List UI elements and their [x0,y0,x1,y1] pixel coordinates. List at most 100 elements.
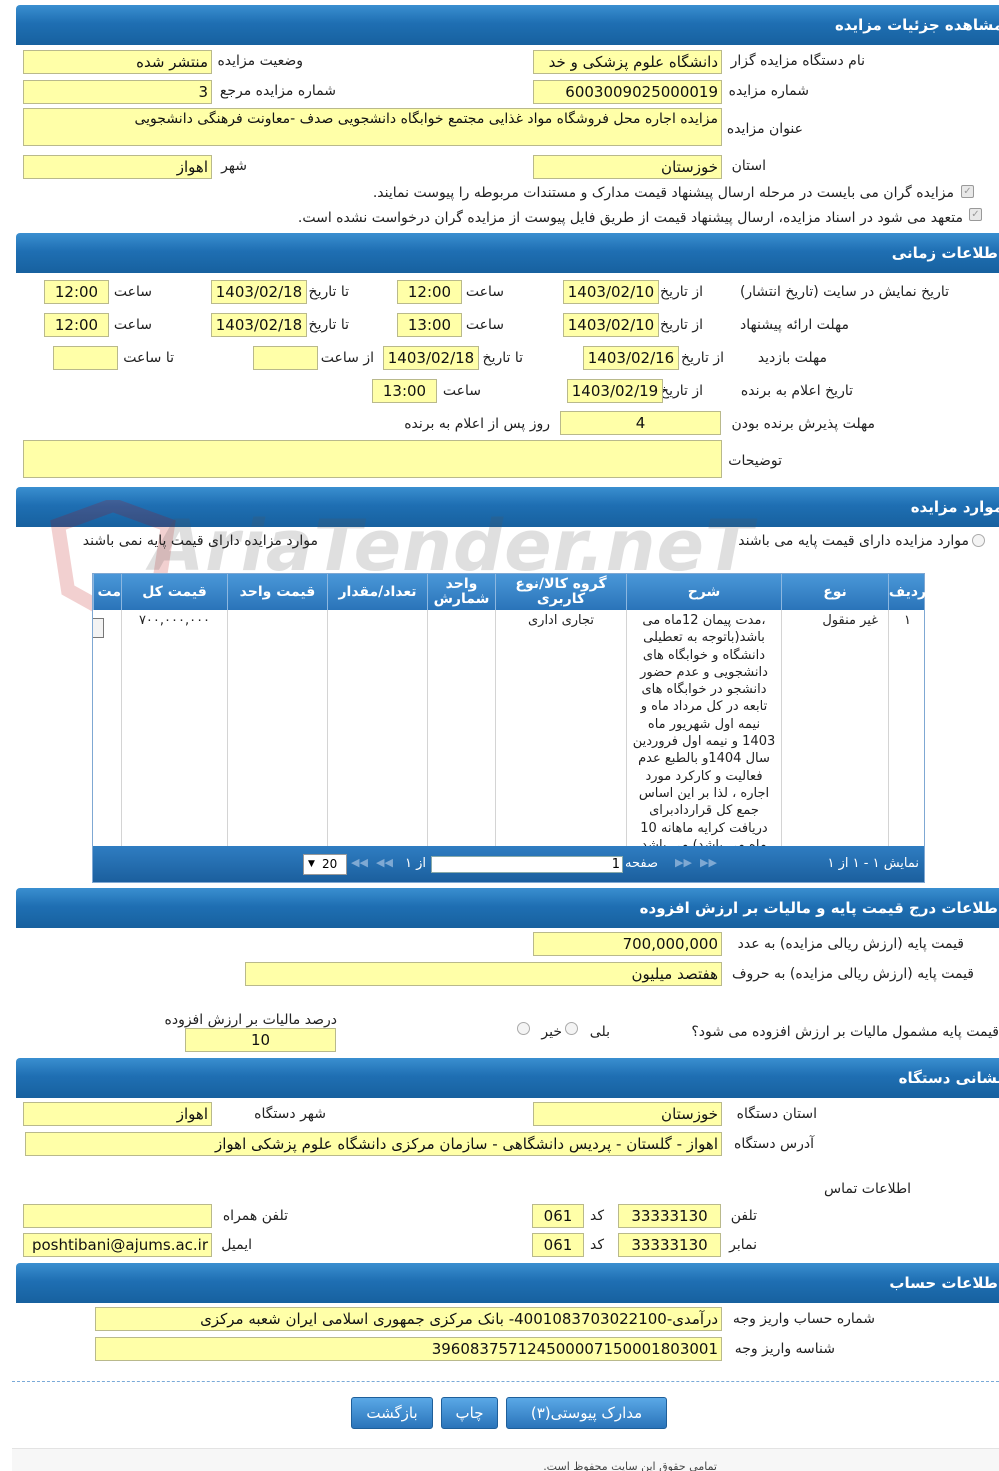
next-page-icon[interactable]: ◀◀ [376,856,393,869]
prev-page-icon[interactable]: ▶▶ [675,856,692,869]
mobile-field[interactable] [23,1204,212,1228]
org-address-field[interactable]: اهواز - گلستان - پردیس دانشگاهی - سازمان… [25,1132,722,1156]
offer-from-time-field[interactable]: 13:00 [397,313,462,337]
row-detail-button[interactable] [93,618,104,638]
section-title: مشاهده جزئیات مزایده [834,16,999,34]
description-label: توضیحات [728,453,782,469]
page-input[interactable]: 1 [431,856,623,873]
vat-percent-field[interactable]: 10 [185,1028,336,1052]
payment-id-field[interactable]: 396083757124500007150001803001 [95,1337,722,1361]
items-grid: ردیف نوع شرح گروه کالا/نوع کاربری واحد ش… [92,573,926,883]
fax-field[interactable]: 33333130 [618,1233,721,1257]
org-province-label: استان دستگاه [736,1106,817,1122]
divider [12,1381,999,1382]
email-field[interactable]: poshtibani@ajums.ac.ir [23,1233,212,1257]
display-to-date-field[interactable]: 1403/02/18 [211,280,307,304]
winner-time-label: ساعت [442,383,481,399]
phone-field[interactable]: 33333130 [618,1204,721,1228]
account-number-label: شماره حساب واریز وجه [732,1311,875,1327]
winner-time-field[interactable]: 13:00 [372,379,437,403]
col-description[interactable]: شرح [626,574,781,610]
col-total[interactable]: قیمت کل [121,574,227,610]
ref-number-field[interactable]: 3 [23,80,212,104]
col-unit[interactable]: واحد شمارش [427,574,495,610]
offer-from-time-label: ساعت [465,317,504,333]
page-size-value: 20 [322,857,338,871]
offer-to-date-field[interactable]: 1403/02/18 [211,313,307,337]
attach-required-checkbox[interactable]: ✓ [961,185,974,198]
col-row[interactable]: ردیف [888,574,926,610]
offer-deadline-label: مهلت ارائه پیشنهاد [740,317,849,333]
status-field[interactable]: منتشر شده [23,50,212,74]
offer-from-date-field[interactable]: 1403/02/10 [563,313,659,337]
section-title: اطلاعات درج قیمت پایه و مالیات بر ارزش ا… [639,899,999,917]
col-unit-price[interactable]: قیمت واحد [227,574,327,610]
vat-percent-label: درصد مالیات بر ارزش افزوده [164,1012,338,1028]
section-header-address: نشانی دستگاه [16,1058,999,1098]
accept-deadline-label: مهلت پذیرش برنده بودن [731,416,876,432]
visit-to-date-field[interactable]: 1403/02/18 [383,346,479,370]
province-field[interactable]: خوزستان [533,155,722,179]
no-file-request-checkbox[interactable]: ✓ [969,208,982,221]
section-header-price: اطلاعات درج قیمت پایه و مالیات بر ارزش ا… [16,888,999,928]
section-title: اطلاعات زمانی [891,244,999,262]
chevron-down-icon: ▼ [308,859,315,869]
description-field[interactable] [23,440,722,478]
org-city-label: شهر دستگاه [254,1106,326,1122]
org-province-field[interactable]: خوزستان [533,1102,722,1126]
back-button[interactable]: بازگشت [351,1397,433,1429]
account-number-field[interactable]: درآمدی-4001083703022100- بانک مرکزی جمهو… [95,1307,722,1331]
winner-date-field[interactable]: 1403/02/19 [567,379,663,403]
col-quantity[interactable]: تعداد/مقدار [327,574,427,610]
city-field[interactable]: اهواز [23,155,212,179]
display-date-label: تاریخ نمایش در سایت (تاریخ انتشار) [739,284,949,300]
base-price-number-field[interactable]: 700,000,000 [533,932,722,956]
vat-no-radio[interactable] [517,1022,530,1035]
display-from-time-field[interactable]: 12:00 [397,280,462,304]
print-button[interactable]: چاپ [441,1397,498,1429]
visit-to-time-field[interactable] [53,346,118,370]
phone-code-field[interactable]: 061 [532,1204,584,1228]
display-to-time-label: ساعت [113,284,152,300]
last-page-icon[interactable]: ◀◀ [351,856,368,869]
visit-from-date-field[interactable]: 1403/02/16 [583,346,679,370]
title-field[interactable]: مزایده اجاره محل فروشگاه مواد غذایی مجتم… [23,108,722,146]
section-title: اطلاعات حساب [889,1274,999,1292]
number-label: شماره مزایده [728,83,809,99]
section-header-timing: اطلاعات زمانی [16,233,999,273]
cell-type: غیر منقول [781,610,888,848]
section-title: موارد مزایده [910,498,999,516]
status-label: وضعیت مزایده [217,53,303,69]
visit-from-time-field[interactable] [253,346,318,370]
accept-days-suffix: روز پس از اعلام به برنده [404,416,550,432]
cell-total: ۷۰۰,۰۰۰,۰۰۰ [121,610,227,848]
display-to-time-field[interactable]: 12:00 [44,280,109,304]
section-title: نشانی دستگاه [898,1069,999,1087]
fax-code-label: کد [589,1237,604,1253]
col-group[interactable]: گروه کالا/نوع کاربری [495,574,626,610]
vat-yes-radio[interactable] [565,1022,578,1035]
page-size-select[interactable]: 20 ▼ [303,854,347,875]
base-price-text-field[interactable]: هفتصد میلیون [245,962,722,986]
accept-days-field[interactable]: 4 [560,411,721,435]
with-base-price-label: موارد مزایده دارای قیمت پایه می باشند [738,533,969,549]
org-field[interactable]: دانشگاه علوم پزشکی و خد [533,50,722,74]
with-base-price-radio[interactable] [972,534,985,547]
email-label: ایمیل [221,1237,252,1253]
offer-to-time-field[interactable]: 12:00 [44,313,109,337]
attachments-button[interactable]: مدارک پیوستی(۳) [506,1397,667,1429]
section-header-details: مشاهده جزئیات مزایده [16,5,999,45]
visit-deadline-label: مهلت بازدید [757,350,827,366]
number-field[interactable]: 6003009025000019 [533,80,722,104]
col-type[interactable]: نوع [781,574,888,610]
visit-from-time-label: از ساعت [320,350,374,366]
display-from-date-field[interactable]: 1403/02/10 [563,280,659,304]
org-city-field[interactable]: اهواز [23,1102,212,1126]
first-page-icon[interactable]: ▶▶ [700,856,717,869]
vat-yes-label: بلی [589,1024,610,1040]
fax-code-field[interactable]: 061 [532,1233,584,1257]
phone-code-label: کد [589,1208,604,1224]
offer-to-time-label: ساعت [113,317,152,333]
col-more[interactable]: مت [93,574,121,610]
page-label: صفحه [625,856,658,871]
